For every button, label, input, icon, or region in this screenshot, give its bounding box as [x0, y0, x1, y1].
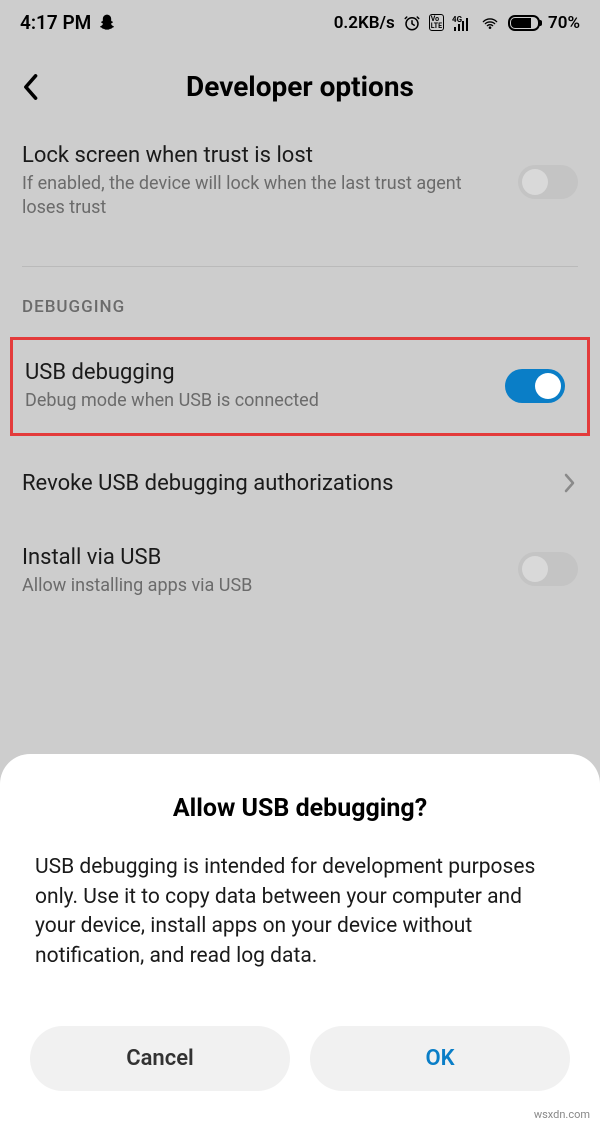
- battery-icon: [508, 15, 540, 31]
- snapchat-icon: [97, 13, 117, 33]
- alarm-icon: [403, 14, 421, 32]
- status-right: 0.2KB/s VoLTE 4G 70%: [334, 13, 580, 33]
- setting-lock-trust[interactable]: Lock screen when trust is lost If enable…: [0, 128, 600, 236]
- cancel-button[interactable]: Cancel: [30, 1026, 290, 1091]
- toggle-install-usb[interactable]: [518, 552, 578, 586]
- toggle-lock-trust[interactable]: [518, 165, 578, 199]
- ok-button[interactable]: OK: [310, 1026, 570, 1091]
- dialog-title: Allow USB debugging?: [30, 794, 570, 823]
- toggle-usb-debugging[interactable]: [505, 369, 565, 403]
- setting-title: Revoke USB debugging authorizations: [22, 471, 540, 496]
- dialog-body: USB debugging is intended for developmen…: [35, 853, 565, 971]
- back-button[interactable]: [20, 72, 50, 102]
- status-left: 4:17 PM: [20, 11, 117, 34]
- setting-title: Install via USB: [22, 545, 500, 570]
- wifi-icon: [480, 15, 500, 31]
- watermark: wsxdn.com: [534, 1108, 590, 1121]
- divider: [22, 266, 578, 267]
- setting-usb-debugging[interactable]: USB debugging Debug mode when USB is con…: [25, 360, 575, 413]
- setting-title: Lock screen when trust is lost: [22, 143, 500, 168]
- chevron-right-icon: [564, 470, 576, 500]
- setting-subtitle: If enabled, the device will lock when th…: [22, 172, 500, 221]
- setting-title: USB debugging: [25, 360, 475, 385]
- signal-icon: 4G: [452, 15, 472, 31]
- highlight-usb-debugging: USB debugging Debug mode when USB is con…: [10, 337, 590, 436]
- status-time: 4:17 PM: [20, 11, 91, 34]
- setting-subtitle: Allow installing apps via USB: [22, 574, 500, 598]
- page-header: Developer options: [0, 45, 600, 128]
- setting-subtitle: Debug mode when USB is connected: [25, 389, 475, 413]
- setting-revoke-auth[interactable]: Revoke USB debugging authorizations: [0, 446, 600, 525]
- section-header-debugging: DEBUGGING: [0, 287, 600, 327]
- battery-percent: 70%: [548, 13, 580, 33]
- volte-icon: VoLTE: [429, 14, 444, 31]
- dialog-usb-debugging: Allow USB debugging? USB debugging is in…: [0, 754, 600, 1126]
- data-rate: 0.2KB/s: [334, 13, 395, 33]
- page-title: Developer options: [50, 70, 550, 103]
- status-bar: 4:17 PM 0.2KB/s VoLTE 4G 70%: [0, 0, 600, 45]
- dialog-buttons: Cancel OK: [30, 1026, 570, 1091]
- setting-install-usb[interactable]: Install via USB Allow installing apps vi…: [0, 525, 600, 613]
- svg-text:4G: 4G: [452, 15, 463, 24]
